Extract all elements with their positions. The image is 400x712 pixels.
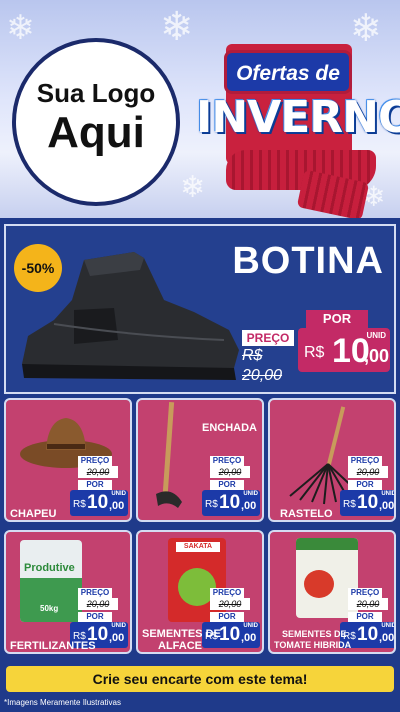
por-label: POR [210, 480, 244, 490]
por-label: POR [78, 612, 112, 622]
unit-label: UNID [381, 491, 396, 497]
price-cents: ,00 [379, 500, 395, 512]
old-price: 20,00 [210, 598, 250, 610]
logo-line1: Sua Logo [36, 78, 156, 108]
product-name-line2: ALFACE [158, 640, 202, 652]
unit-label: UNID [381, 623, 396, 629]
product-name: FERTILIZANTES [10, 640, 96, 652]
product-name-line1: SEMENTES DE [142, 628, 221, 640]
bag-weight: 50kg [40, 604, 59, 613]
price-block: PREÇO 20,00 POR R$ 10 ,00 UNID [70, 456, 130, 518]
price-block: PREÇO 20,00 POR R$ 10 ,00 UNID [202, 588, 262, 650]
product-card-sementes-alface[interactable]: SAKATA PREÇO 20,00 POR R$ 10 ,00 UNID SE… [136, 530, 264, 654]
logo-placeholder: Sua Logo Aqui [12, 38, 180, 206]
preco-label: PREÇO [78, 456, 112, 466]
price-cents: ,00 [109, 632, 125, 644]
product-name: CHAPEU [10, 508, 57, 520]
price-cents: ,00 [109, 500, 125, 512]
por-label: POR [348, 480, 382, 490]
unit-label: UNID [366, 331, 386, 340]
preco-label: PREÇO [210, 588, 244, 598]
product-card-rastelo[interactable]: PREÇO 20,00 POR R$ 10 ,00 UNID RASTELO [268, 398, 396, 522]
footnote: *Imagens Meramente Ilustrativas [4, 698, 121, 707]
promo-title: INVERNO [196, 92, 400, 143]
currency-label: R$ [73, 499, 86, 510]
currency-label: R$ [343, 499, 356, 510]
old-price: 20,00 [348, 466, 388, 478]
hero-preco-label: PREÇO [242, 330, 294, 346]
bag-brand: Produtive [24, 562, 75, 574]
price-tag: R$ 10 ,00 UNID [70, 490, 128, 516]
hero-price-tag: R$ 10 ,00 UNID [298, 328, 390, 372]
product-card-enchada[interactable]: ENCHADA PREÇO 20,00 POR R$ 10 ,00 UNID [136, 398, 264, 522]
preco-label: PREÇO [78, 588, 112, 598]
flyer-body: -50% BOTINA POR PREÇO R$ 20,00 R$ 10 ,00… [0, 218, 400, 712]
price-cents: ,00 [241, 632, 257, 644]
price-integer: 10 [357, 492, 379, 513]
price-tag: R$ 10 ,00 UNID [340, 490, 396, 516]
product-name-line2: TOMATE HIBRIDA [274, 640, 352, 650]
product-name: ENCHADA [202, 422, 257, 434]
product-card-chapeu[interactable]: PREÇO 20,00 POR R$ 10 ,00 UNID CHAPEU [4, 398, 132, 522]
currency-label: R$ [304, 344, 325, 361]
por-label: POR [78, 480, 112, 490]
preco-label: PREÇO [348, 588, 382, 598]
price-cents: ,00 [364, 346, 390, 366]
old-price: 20,00 [210, 466, 250, 478]
hero-old-price: R$ 20,00 [242, 347, 283, 384]
promo-subtitle: Ofertas de [224, 50, 352, 94]
snowflake-icon: ❄ [350, 6, 382, 50]
hero-product-card[interactable]: -50% BOTINA POR PREÇO R$ 20,00 R$ 10 ,00… [4, 224, 396, 394]
snowflake-icon: ❄ [160, 4, 194, 50]
hero-por-label: POR [306, 310, 368, 328]
preco-label: PREÇO [210, 456, 244, 466]
logo-line2: Aqui [47, 108, 145, 157]
unit-label: UNID [111, 623, 126, 629]
hoe-image [156, 402, 182, 508]
price-cents: ,00 [379, 632, 395, 644]
price-integer: 10 [357, 624, 379, 645]
packet-brand: SAKATA [176, 542, 220, 552]
hero-product-name: BOTINA [232, 240, 384, 282]
old-price: 20,00 [78, 466, 118, 478]
price-integer: 10 [87, 492, 109, 513]
discount-badge: -50% [14, 244, 62, 292]
por-label: POR [348, 612, 382, 622]
header-banner: ❄ ❄ ❄ ❄ ❄ Sua Logo Aqui Ofertas de INVER… [0, 0, 400, 218]
old-price: 20,00 [78, 598, 118, 610]
unit-label: UNID [243, 491, 258, 497]
currency-label: R$ [205, 499, 218, 510]
product-name: RASTELO [280, 508, 333, 520]
old-price: 20,00 [348, 598, 388, 610]
product-card-sementes-tomate[interactable]: PREÇO 20,00 POR R$ 10 ,00 UNID SEMENTES … [268, 530, 396, 654]
unit-label: UNID [243, 623, 258, 629]
price-integer: 10 [219, 492, 241, 513]
por-label: POR [210, 612, 244, 622]
price-integer: 10 [219, 624, 241, 645]
cta-button[interactable]: Crie seu encarte com este tema! [6, 666, 394, 692]
price-tag: R$ 10 ,00 UNID [202, 490, 260, 516]
product-card-fertilizantes[interactable]: Produtive 50kg PREÇO 20,00 POR R$ 10 ,00… [4, 530, 132, 654]
preco-label: PREÇO [348, 456, 382, 466]
snowflake-icon: ❄ [6, 8, 35, 48]
snowflake-icon: ❄ [180, 170, 206, 205]
price-block: PREÇO 20,00 POR R$ 10 ,00 UNID [340, 456, 396, 518]
price-block: PREÇO 20,00 POR R$ 10 ,00 UNID [202, 456, 262, 518]
price-cents: ,00 [241, 500, 257, 512]
unit-label: UNID [111, 491, 126, 497]
